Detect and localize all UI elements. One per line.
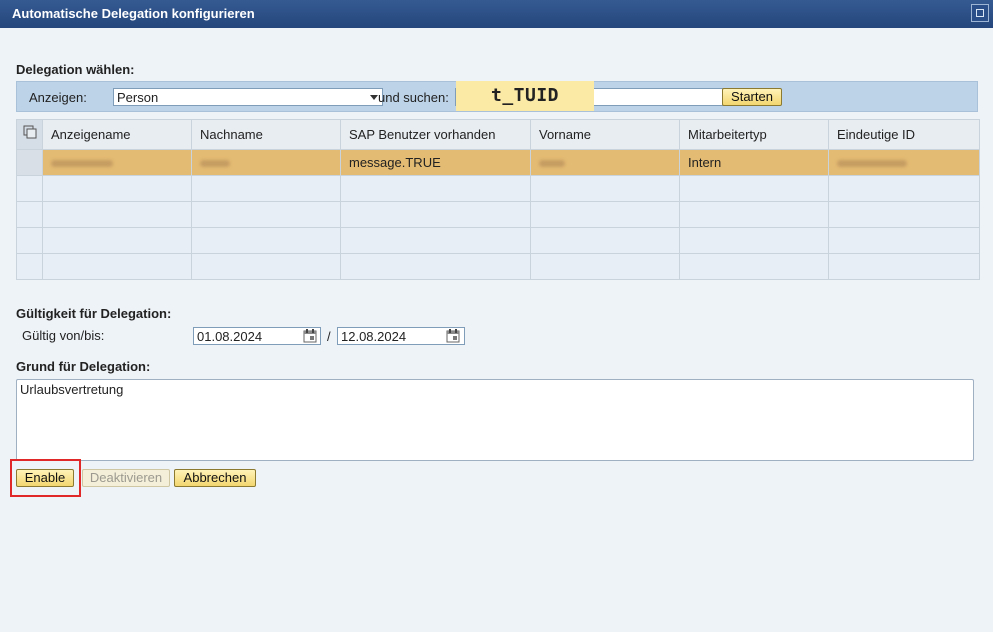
- redacted-text: [200, 160, 230, 168]
- deactivate-button: Deaktivieren: [82, 469, 170, 487]
- validity-section-label: Gültigkeit für Delegation:: [16, 306, 172, 321]
- reason-section-label: Grund für Delegation:: [16, 359, 151, 374]
- column-header[interactable]: Eindeutige ID: [828, 119, 980, 150]
- chevron-down-icon: [370, 95, 378, 100]
- row-selector[interactable]: [16, 201, 43, 228]
- reason-text: Urlaubsvertretung: [20, 382, 124, 397]
- redacted-text: [51, 160, 113, 168]
- window-icon: [976, 9, 984, 17]
- table-row[interactable]: message.TRUE Intern: [16, 149, 980, 176]
- redacted-text: [539, 160, 565, 168]
- table-cell: [191, 149, 341, 176]
- search-label: und suchen:: [378, 90, 449, 105]
- table-cell: [42, 149, 192, 176]
- table-cell: [828, 149, 980, 176]
- table-cell: message.TRUE: [340, 149, 531, 176]
- start-button[interactable]: Starten: [722, 88, 782, 106]
- column-header[interactable]: Anzeigename: [42, 119, 192, 150]
- dialog-content: Delegation wählen: Anzeigen: Person und …: [0, 28, 993, 632]
- validity-range-label: Gültig von/bis:: [22, 328, 105, 343]
- row-selector[interactable]: [16, 227, 43, 254]
- table-row[interactable]: [16, 201, 980, 228]
- column-header[interactable]: Nachname: [191, 119, 341, 150]
- date-separator: /: [327, 329, 331, 344]
- table-row[interactable]: [16, 253, 980, 280]
- row-selector[interactable]: [16, 175, 43, 202]
- table-row[interactable]: [16, 227, 980, 254]
- table-cell: Intern: [679, 149, 829, 176]
- show-label: Anzeigen:: [29, 90, 87, 105]
- column-header[interactable]: Vorname: [530, 119, 680, 150]
- show-select[interactable]: Person: [113, 88, 383, 106]
- results-table: Anzeigename Nachname SAP Benutzer vorhan…: [16, 119, 980, 280]
- table-row[interactable]: [16, 175, 980, 202]
- cancel-button[interactable]: Abbrechen: [174, 469, 256, 487]
- highlight-annotation: [10, 459, 81, 497]
- show-select-value: Person: [117, 90, 159, 105]
- calendar-icon[interactable]: [446, 329, 460, 343]
- valid-from-value: 01.08.2024: [197, 329, 263, 344]
- window-titlebar: Automatische Delegation konfigurieren: [0, 0, 993, 28]
- table-cell: [530, 149, 680, 176]
- valid-from-field[interactable]: 01.08.2024: [193, 327, 321, 345]
- window-title: Automatische Delegation konfigurieren: [12, 6, 255, 21]
- valid-to-value: 12.08.2024: [341, 329, 407, 344]
- overlay-label: t_TUID: [456, 81, 594, 111]
- reason-textarea[interactable]: Urlaubsvertretung: [16, 379, 974, 461]
- delegation-section-label: Delegation wählen:: [16, 62, 135, 77]
- table-header-row: Anzeigename Nachname SAP Benutzer vorhan…: [16, 119, 980, 150]
- column-header[interactable]: Mitarbeitertyp: [679, 119, 829, 150]
- select-all-cell[interactable]: [16, 119, 43, 150]
- row-selector[interactable]: [16, 149, 43, 176]
- calendar-icon[interactable]: [303, 329, 317, 343]
- maximize-button[interactable]: [971, 4, 989, 22]
- select-all-icon: [23, 125, 37, 139]
- row-selector[interactable]: [16, 253, 43, 280]
- column-header[interactable]: SAP Benutzer vorhanden: [340, 119, 531, 150]
- redacted-text: [837, 160, 907, 168]
